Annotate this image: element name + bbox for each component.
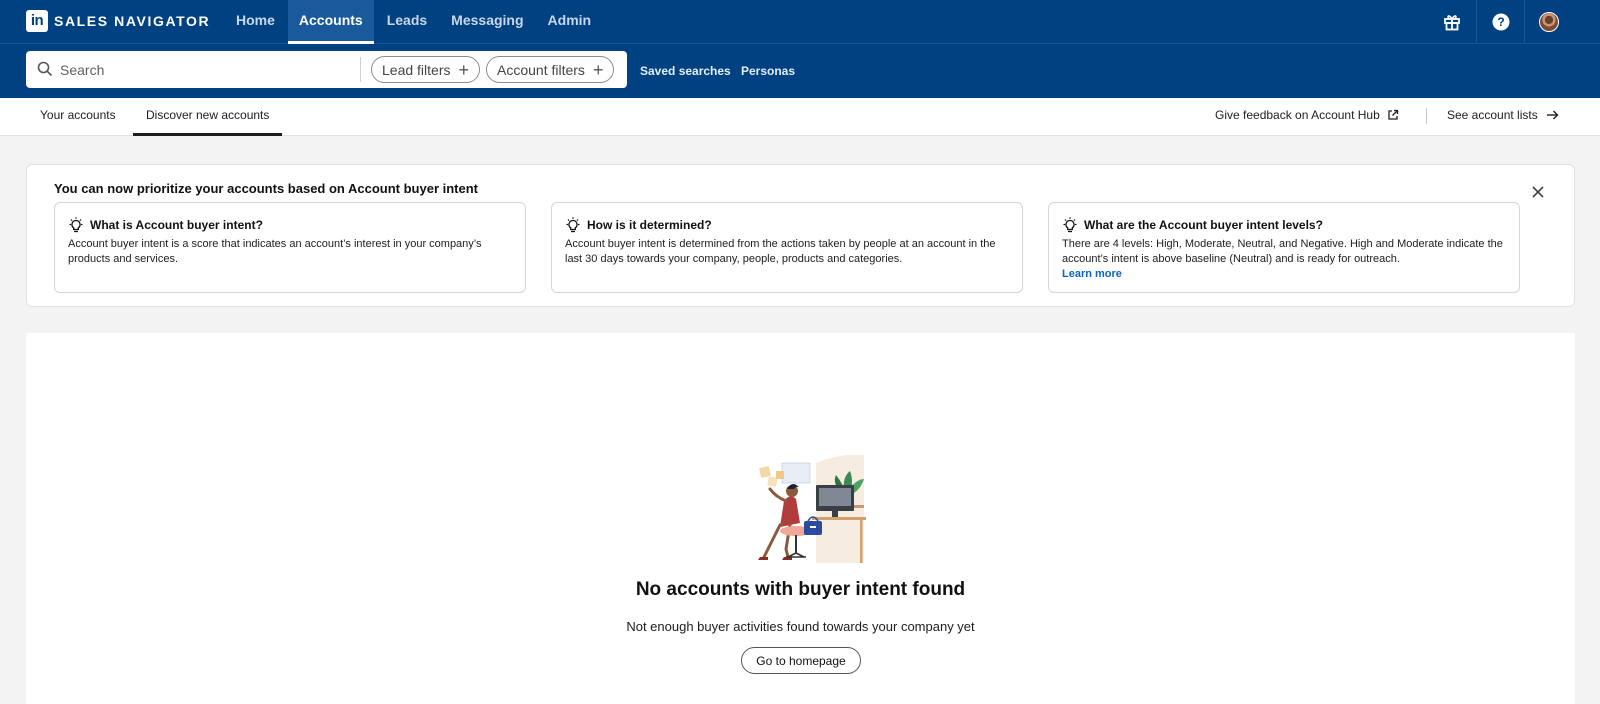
info-card-heading-text: What are the Account buyer intent levels… [1084,218,1323,232]
search-input[interactable] [60,51,380,88]
nav-leads[interactable]: Leads [376,0,438,44]
lead-filters-button[interactable]: Lead filters + [371,56,480,83]
global-nav: in SALES NAVIGATOR Home Accounts Leads M… [0,0,1600,44]
learn-more-link[interactable]: Learn more [1062,268,1122,280]
lead-filters-label: Lead filters [382,61,451,78]
info-card-body-text: There are 4 levels: High, Moderate, Neut… [1062,238,1503,265]
results-panel: No accounts with buyer intent found Not … [26,333,1575,704]
info-card-what-is: What is Account buyer intent? Account bu… [54,202,526,293]
nav-home[interactable]: Home [225,0,286,44]
tab-separator [1426,108,1427,124]
plus-icon: + [592,59,604,80]
product-name: SALES NAVIGATOR [54,13,211,29]
help-icon: ? [1492,13,1509,31]
account-hub-tabs: Your accounts Discover new accounts Give… [0,98,1600,136]
sales-navigator-logo[interactable]: in SALES NAVIGATOR [26,9,210,33]
info-card-heading: What is Account buyer intent? [67,217,263,233]
search-box: Lead filters + Account filters + [26,51,627,88]
info-card-how-determined: How is it determined? Account buyer inte… [551,202,1023,293]
saved-searches-link[interactable]: Saved searches [640,64,731,78]
linkedin-logo-icon: in [26,10,48,32]
info-card-body: Account buyer intent is determined from … [565,238,996,265]
avatar [1538,12,1559,32]
close-banner-button[interactable] [1528,182,1548,202]
personas-link[interactable]: Personas [741,64,795,78]
buyer-intent-banner: You can now prioritize your accounts bas… [26,164,1575,307]
tab-your-accounts[interactable]: Your accounts [27,98,129,136]
help-button[interactable]: ? [1476,0,1524,44]
lightbulb-icon [69,217,83,233]
empty-state-title: No accounts with buyer intent found [635,579,966,600]
search-icon [37,61,53,77]
close-icon [1532,186,1544,198]
profile-button[interactable] [1524,0,1572,44]
gift-icon [1444,15,1460,31]
arrow-right-icon [1546,110,1559,120]
banner-title: You can now prioritize your accounts bas… [54,181,478,196]
top-right-icons: ? [1428,0,1572,44]
empty-state-illustration [758,454,866,563]
go-to-homepage-button[interactable]: Go to homepage [741,647,861,674]
empty-state-subtitle: Not enough buyer activities found toward… [626,619,975,634]
see-account-lists-label: See account lists [1447,108,1538,122]
see-account-lists-link[interactable]: See account lists [1447,108,1559,122]
account-filters-label: Account filters [497,61,585,78]
gift-button[interactable] [1428,0,1476,44]
info-card-heading: What are the Account buyer intent levels… [1061,217,1323,233]
info-card-heading-text: What is Account buyer intent? [90,218,263,232]
info-card-heading: How is it determined? [564,217,712,233]
give-feedback-label: Give feedback on Account Hub [1215,108,1380,122]
svg-text:?: ? [1497,15,1504,29]
search-divider [360,57,361,82]
nav-admin[interactable]: Admin [537,0,603,44]
info-card-body: There are 4 levels: High, Moderate, Neut… [1062,237,1512,282]
give-feedback-link[interactable]: Give feedback on Account Hub [1215,108,1399,122]
primary-nav: Home Accounts Leads Messaging Admin [225,0,604,44]
lightbulb-icon [566,217,580,233]
plus-icon: + [458,59,469,80]
info-card-levels: What are the Account buyer intent levels… [1048,202,1520,293]
tab-discover-new-accounts[interactable]: Discover new accounts [133,98,283,136]
nav-accounts[interactable]: Accounts [287,0,374,44]
info-card-body: Account buyer intent is a score that ind… [68,238,482,265]
lightbulb-icon [1063,217,1077,233]
info-card-heading-text: How is it determined? [587,218,712,232]
search-bar-row: Lead filters + Account filters + Saved s… [0,44,1600,98]
nav-messaging[interactable]: Messaging [440,0,534,44]
external-link-icon [1388,109,1398,120]
account-filters-button[interactable]: Account filters + [486,56,615,83]
